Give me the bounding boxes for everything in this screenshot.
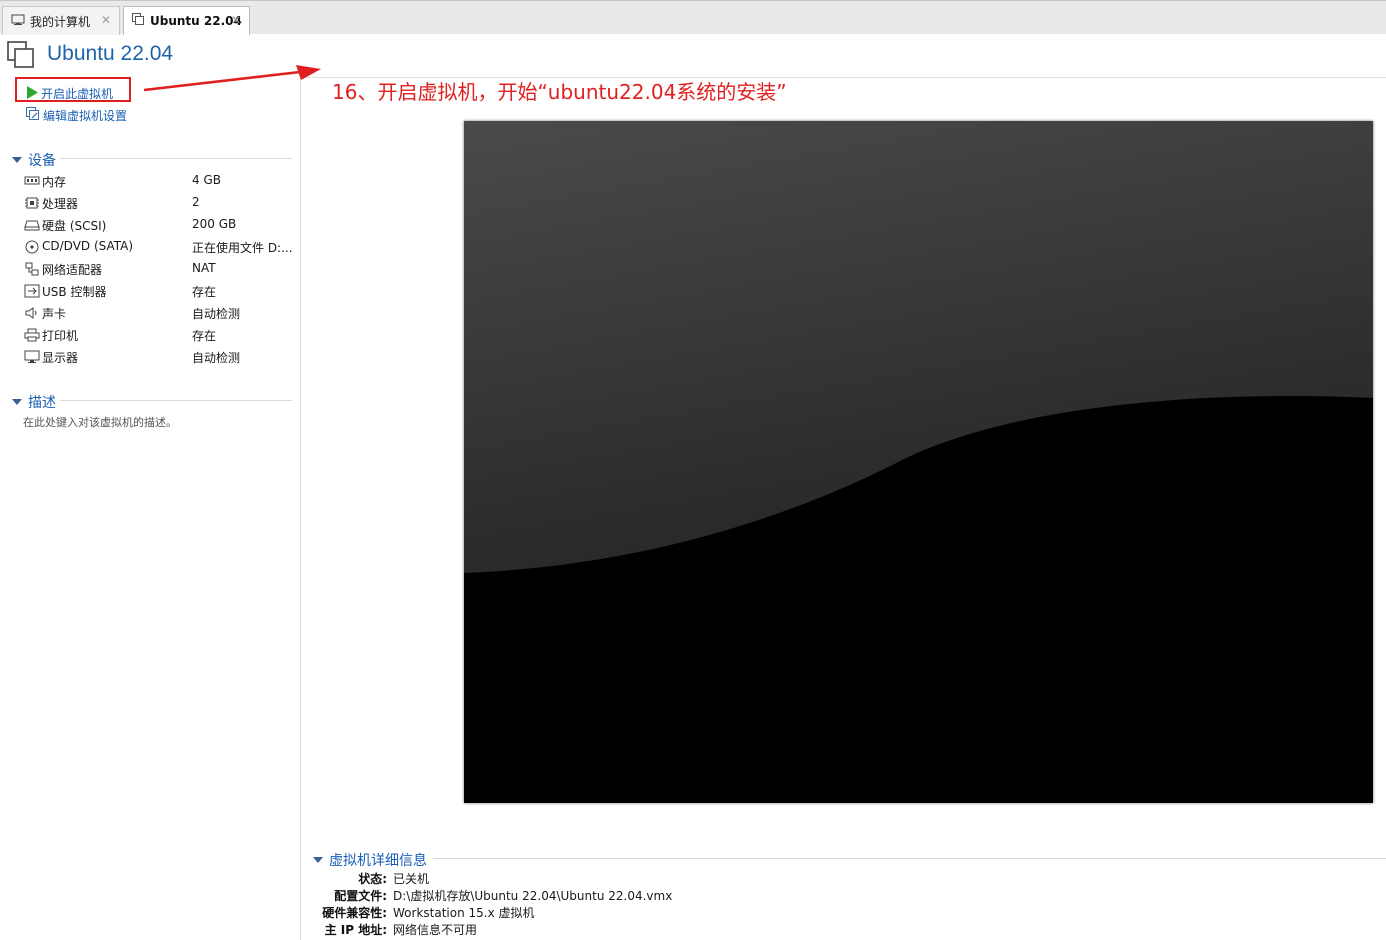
device-row-sound[interactable]: 声卡 自动检测: [24, 303, 294, 323]
device-name: 显示器: [42, 351, 79, 365]
detail-value: 已关机: [393, 872, 430, 886]
cdrom-icon: [24, 240, 40, 254]
device-value: 4 GB: [192, 173, 221, 187]
section-divider: [433, 858, 1386, 859]
device-row-memory[interactable]: 内存 4 GB: [24, 171, 294, 191]
chevron-down-icon: [12, 157, 22, 163]
devices-heading: 设备: [28, 153, 56, 169]
harddisk-icon: [24, 218, 40, 232]
monitor-icon: [24, 350, 40, 364]
description-input[interactable]: 在此处键入对该虚拟机的描述。: [23, 414, 177, 430]
vm-icon: [7, 41, 35, 69]
device-name: 打印机: [42, 329, 79, 343]
device-value: 自动检测: [192, 351, 241, 365]
computer-icon: [11, 14, 25, 29]
memory-icon: [24, 174, 40, 188]
vm-preview-graphic: [464, 121, 1373, 803]
detail-row-ip-address: 主 IP 地址: 网络信息不可用: [310, 921, 477, 938]
device-name: USB 控制器: [42, 285, 107, 299]
device-name: 网络适配器: [42, 263, 103, 277]
device-name: 处理器: [42, 197, 79, 211]
usb-icon: [24, 284, 40, 298]
chevron-down-icon: [12, 399, 22, 405]
detail-label: 配置文件:: [334, 889, 387, 903]
device-value: 200 GB: [192, 217, 237, 231]
device-value: 2: [192, 195, 200, 209]
detail-value: Workstation 15.x 虚拟机: [393, 906, 535, 920]
device-row-usb[interactable]: USB 控制器 存在: [24, 281, 294, 301]
tab-label: 我的计算机: [30, 14, 91, 29]
detail-value: D:\虚拟机存放\Ubuntu 22.04\Ubuntu 22.04.vmx: [393, 889, 673, 903]
edit-settings-icon: [26, 107, 40, 124]
device-row-cpu[interactable]: 处理器 2: [24, 193, 294, 213]
vm-icon: [132, 13, 145, 29]
device-row-printer[interactable]: 打印机 存在: [24, 325, 294, 345]
section-divider: [60, 158, 292, 159]
device-name: 硬盘 (SCSI): [42, 219, 107, 233]
detail-row-config-file: 配置文件: D:\虚拟机存放\Ubuntu 22.04\Ubuntu 22.04…: [310, 887, 672, 904]
device-value: 正在使用文件 D:...: [192, 241, 293, 255]
network-icon: [24, 262, 40, 276]
close-icon[interactable]: ✕: [101, 13, 111, 27]
device-name: 声卡: [42, 307, 67, 321]
tab-my-computer[interactable]: 我的计算机 ✕: [2, 6, 120, 35]
device-value: NAT: [192, 261, 216, 275]
vm-screen-preview[interactable]: [464, 121, 1373, 803]
detail-row-status: 状态: 已关机: [310, 870, 429, 887]
device-value: 自动检测: [192, 307, 241, 321]
edit-settings-button[interactable]: 编辑虚拟机设置: [26, 107, 127, 124]
device-value: 存在: [192, 329, 217, 343]
close-icon[interactable]: ✕: [231, 13, 241, 27]
annotation-arrow-icon: [143, 65, 321, 92]
detail-row-compatibility: 硬件兼容性: Workstation 15.x 虚拟机: [310, 904, 534, 921]
cpu-icon: [24, 196, 40, 210]
printer-icon: [24, 328, 40, 342]
device-value: 存在: [192, 285, 217, 299]
details-section-toggle[interactable]: 虚拟机详细信息: [313, 850, 427, 870]
annotation-text: 16、开启虚拟机，开始“ubuntu22.04系统的安装”: [332, 80, 787, 104]
device-name: CD/DVD (SATA): [42, 239, 134, 253]
detail-label: 硬件兼容性:: [322, 906, 387, 920]
device-row-display[interactable]: 显示器 自动检测: [24, 347, 294, 367]
description-section-toggle[interactable]: 描述: [12, 392, 56, 412]
detail-value: 网络信息不可用: [393, 923, 478, 937]
detail-label: 状态:: [358, 872, 387, 886]
section-divider: [60, 400, 292, 401]
devices-section-toggle[interactable]: 设备: [12, 150, 56, 170]
description-heading: 描述: [28, 395, 56, 411]
device-row-network[interactable]: 网络适配器 NAT: [24, 259, 294, 279]
device-row-harddisk[interactable]: 硬盘 (SCSI) 200 GB: [24, 215, 294, 235]
details-heading: 虚拟机详细信息: [329, 853, 427, 869]
annotation-highlight-box: [15, 77, 131, 102]
panel-divider: [300, 70, 301, 940]
tab-ubuntu[interactable]: Ubuntu 22.04 ✕: [123, 6, 250, 35]
device-name: 内存: [42, 175, 67, 189]
device-row-cdrom[interactable]: CD/DVD (SATA) 正在使用文件 D:...: [24, 237, 294, 257]
chevron-down-icon: [313, 857, 323, 863]
speaker-icon: [24, 306, 40, 320]
tab-bar: 我的计算机 ✕ Ubuntu 22.04 ✕: [0, 0, 1386, 35]
detail-label: 主 IP 地址:: [324, 923, 387, 937]
tab-label: Ubuntu 22.04: [150, 14, 242, 28]
edit-settings-label: 编辑虚拟机设置: [43, 109, 128, 123]
